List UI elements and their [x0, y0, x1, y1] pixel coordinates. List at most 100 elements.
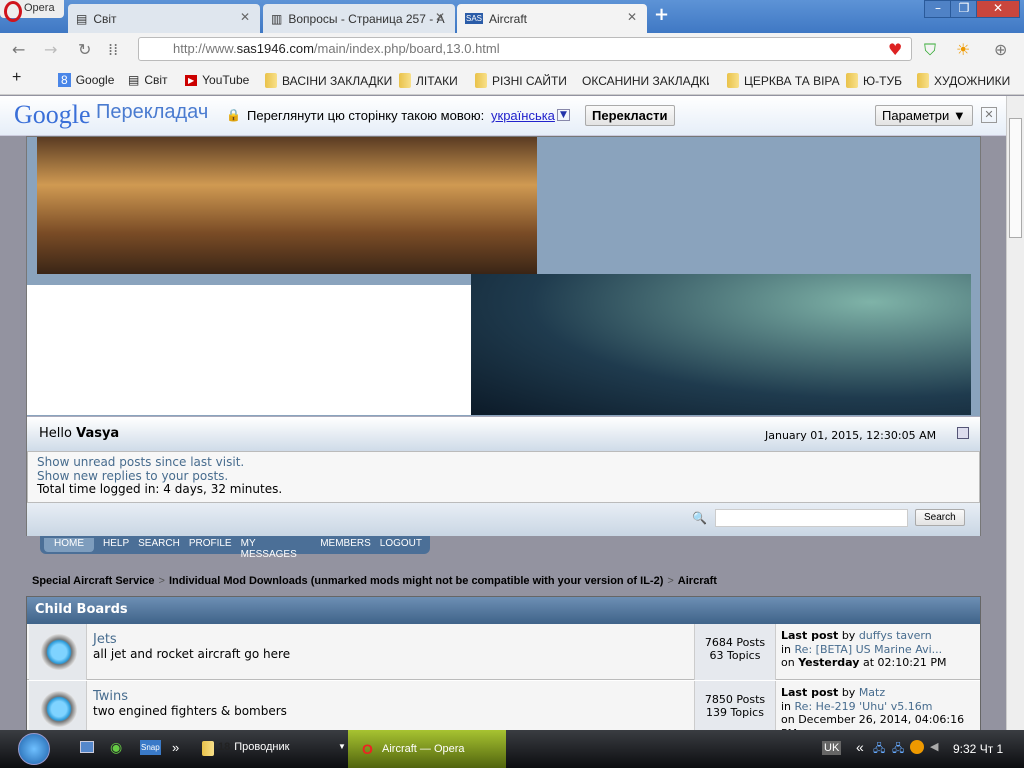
unread-posts-link[interactable]: Show unread posts since last visit.	[37, 455, 970, 470]
search-input[interactable]	[715, 509, 908, 527]
news-icon: ▤	[76, 11, 88, 26]
bookmarks-bar: + 8 Google ▤ Світ ▶ YouTube ВАСІНИ ЗАКЛАДКИ…	[0, 65, 1024, 95]
author-link[interactable]: Matz	[859, 686, 885, 699]
network-icon[interactable]: 🖧	[892, 740, 904, 759]
close-tab-icon[interactable]: ✕	[435, 10, 445, 24]
heart-icon[interactable]: ♥	[888, 40, 902, 59]
snap-icon[interactable]: Snap	[140, 740, 161, 755]
forum-header: Hello Vasya January 01, 2015, 12:30:05 A…	[26, 136, 981, 536]
update-icon[interactable]	[910, 740, 924, 754]
menu-search[interactable]: SEARCH	[138, 538, 180, 552]
forward-icon[interactable]: →	[44, 40, 57, 59]
close-translate-icon[interactable]: ✕	[981, 107, 997, 123]
tray-expand-icon[interactable]: «	[856, 739, 864, 755]
language-select[interactable]: українська	[491, 108, 555, 123]
time-logged: Total time logged in: 4 days, 32 minutes…	[37, 482, 283, 496]
speed-dial-icon[interactable]: ⁞⁞	[108, 40, 118, 59]
bookmark-folder[interactable]: ВАСІНИ ЗАКЛАДКИ	[265, 73, 392, 88]
folder-icon	[727, 73, 739, 88]
close-window-button[interactable]: ✕	[976, 0, 1020, 18]
user-info: Show unread posts since last visit. Show…	[27, 451, 980, 503]
youtube-icon: ▶	[185, 74, 198, 86]
tab-svit[interactable]: ▤ Світ ✕	[68, 4, 260, 33]
folder-icon	[399, 73, 411, 88]
bookmark-folder[interactable]: ХУДОЖНИКИ	[917, 73, 1010, 88]
folder-icon	[846, 73, 858, 88]
scrollbar-thumb[interactable]	[1009, 118, 1022, 238]
menu-profile[interactable]: PROFILE	[189, 538, 232, 552]
child-boards-title: Child Boards	[27, 597, 980, 624]
bookmark-google[interactable]: 8 Google	[58, 73, 114, 87]
bookmark-youtube[interactable]: ▶ YouTube	[185, 73, 249, 87]
opera-menu-button[interactable]: Opera	[0, 0, 64, 22]
menu-my-messages[interactable]: MY MESSAGES	[241, 538, 312, 560]
add-bookmark-icon[interactable]: +	[12, 69, 21, 87]
clock[interactable]: 9:32 Чт 1	[953, 742, 1003, 756]
close-tab-icon[interactable]: ✕	[627, 10, 637, 24]
more-icon[interactable]: »	[172, 740, 179, 755]
dropdown-icon[interactable]: ▼	[338, 742, 346, 751]
network-icon[interactable]: 🖧	[873, 740, 885, 759]
tab-aircraft[interactable]: SAS Aircraft ✕	[457, 4, 647, 33]
bomber-sunset-banner	[37, 137, 537, 274]
show-desktop-icon[interactable]	[80, 741, 94, 753]
bookmark-folder[interactable]: Ю-ТУБ	[846, 73, 902, 88]
bookmark-folder[interactable]: ЦЕРКВА ТА ВІРА	[727, 73, 840, 88]
volume-icon[interactable]: ◀	[930, 740, 938, 753]
bookmark-folder[interactable]: ЛІТАКИ	[399, 73, 458, 88]
board-row: Jets all jet and rocket aircraft go here…	[27, 624, 980, 680]
maximize-button[interactable]: ❐	[950, 0, 978, 18]
topic-link[interactable]: Re: [BETA] US Marine Avi...	[795, 643, 943, 656]
dropdown-icon[interactable]: ▼	[557, 109, 570, 121]
language-indicator[interactable]: UK	[822, 741, 842, 755]
start-button[interactable]	[18, 733, 50, 765]
address-bar[interactable]: http://www.sas1946.com/main/index.php/bo…	[138, 37, 912, 61]
tab-voprosy[interactable]: ▥ Вопросы - Страница 257 - A ✕	[263, 4, 455, 33]
bookmark-svit[interactable]: ▤ Світ	[128, 73, 168, 87]
breadcrumb-item[interactable]: Individual Mod Downloads (unmarked mods …	[169, 575, 663, 587]
board-status-icon	[29, 624, 87, 680]
translate-button[interactable]: Перекласти	[585, 105, 675, 126]
board-stats: 7684 Posts 63 Topics	[694, 624, 776, 680]
menu-help[interactable]: HELP	[103, 538, 129, 552]
google-logo: Google	[14, 100, 91, 129]
folder-icon	[475, 73, 487, 88]
breadcrumb-item[interactable]: Aircraft	[678, 575, 717, 587]
back-icon[interactable]: ←	[12, 40, 25, 59]
minimize-button[interactable]: –	[924, 0, 952, 18]
banner-blank	[27, 285, 471, 415]
explorer-task[interactable]: 18 Проводник	[202, 741, 289, 756]
tab-title: Світ	[93, 11, 117, 26]
new-replies-link[interactable]: Show new replies to your posts.	[37, 469, 970, 484]
close-tab-icon[interactable]: ✕	[240, 10, 250, 24]
author-link[interactable]: duffys tavern	[859, 629, 932, 642]
hello-label: Hello Vasya	[39, 426, 120, 441]
main-menu: HOME HELP SEARCH PROFILE MY MESSAGES MEM…	[40, 536, 430, 560]
sas-icon: SAS	[465, 13, 484, 24]
download-icon[interactable]: ⊕	[994, 40, 1007, 59]
menu-home[interactable]: HOME	[44, 538, 94, 552]
opera-task[interactable]: O Aircraft — Opera	[348, 730, 506, 768]
menu-logout[interactable]: LOGOUT	[380, 538, 422, 552]
new-tab-button[interactable]: +	[654, 4, 669, 25]
board-name-link[interactable]: Twins	[93, 689, 128, 704]
options-button[interactable]: Параметри ▼	[875, 105, 973, 126]
shield-icon[interactable]: ⛉	[924, 40, 936, 60]
bookmark-folder[interactable]: РІЗНІ САЙТИ	[475, 73, 567, 88]
bookmark-folder[interactable]: ОКСАНИНИ ЗАКЛАДКИ	[577, 73, 709, 88]
translate-logo-text: Перекладач	[96, 101, 209, 123]
breadcrumb-item[interactable]: Special Aircraft Service	[32, 575, 155, 587]
collapse-icon[interactable]	[957, 427, 969, 439]
internet-icon[interactable]: ◉	[110, 739, 122, 756]
tab-title: Вопросы - Страница 257 - A	[288, 11, 445, 26]
board-name-link[interactable]: Jets	[93, 632, 117, 647]
search-bar: 🔍 Search	[27, 503, 980, 536]
search-button[interactable]: Search	[915, 509, 965, 526]
reload-icon[interactable]: ↻	[78, 40, 91, 59]
menu-members[interactable]: MEMBERS	[320, 538, 371, 552]
google-icon: 8	[58, 73, 71, 87]
tab-bar: Opera ▤ Світ ✕ ▥ Вопросы - Страница 257 - A…	[0, 0, 1024, 33]
topic-link[interactable]: Re: He-219 'Uhu' v5.16m	[795, 700, 933, 713]
weather-icon[interactable]: ☀	[956, 40, 970, 59]
vertical-scrollbar[interactable]	[1006, 96, 1024, 730]
